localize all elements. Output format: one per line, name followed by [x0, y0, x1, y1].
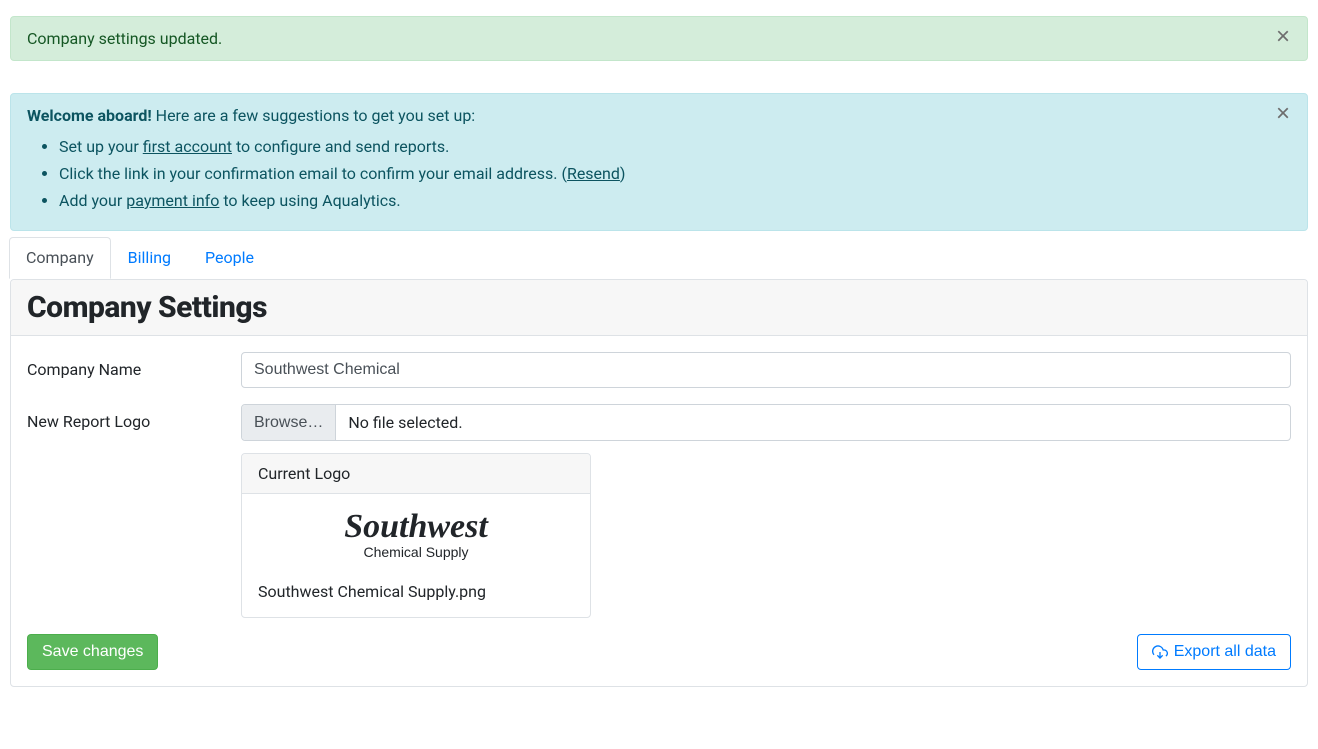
panel-header: Company Settings: [11, 280, 1307, 336]
settings-panel: Company Settings Company Name New Report…: [10, 279, 1308, 687]
file-status: No file selected.: [336, 405, 1290, 440]
welcome-suggestion-list: Set up your first account to configure a…: [27, 133, 1287, 214]
current-logo-card: Current Logo Southwest Chemical Supply S…: [241, 453, 591, 618]
close-icon: ×: [1276, 23, 1290, 50]
file-input[interactable]: Browse… No file selected.: [241, 404, 1291, 441]
logo-text-sub: Chemical Supply: [258, 544, 574, 560]
tab-people[interactable]: People: [188, 237, 271, 278]
cloud-download-icon: [1152, 644, 1168, 660]
logo-preview: Southwest Chemical Supply: [258, 506, 574, 570]
close-icon: ×: [1276, 100, 1290, 127]
payment-info-link[interactable]: payment info: [126, 191, 219, 210]
company-name-label: Company Name: [27, 352, 241, 388]
alert-success-text: Company settings updated.: [27, 29, 222, 48]
welcome-lead: Here are a few suggestions to get you se…: [152, 106, 475, 125]
export-button-label: Export all data: [1174, 643, 1276, 661]
close-welcome-alert-button[interactable]: ×: [1271, 102, 1295, 126]
browse-button[interactable]: Browse…: [242, 405, 336, 440]
welcome-heading: Welcome aboard! Here are a few suggestio…: [27, 106, 1287, 125]
logo-text-main: Southwest: [258, 510, 574, 544]
export-all-data-button[interactable]: Export all data: [1137, 634, 1291, 670]
tabs: Company Billing People: [9, 237, 271, 279]
tab-company[interactable]: Company: [9, 237, 111, 279]
new-logo-label: New Report Logo: [27, 404, 241, 618]
page-title: Company Settings: [27, 290, 1291, 325]
close-success-alert-button[interactable]: ×: [1271, 25, 1295, 49]
current-logo-header: Current Logo: [242, 454, 590, 494]
first-account-link[interactable]: first account: [143, 137, 232, 156]
resend-link[interactable]: Resend: [567, 164, 620, 183]
tab-billing[interactable]: Billing: [111, 237, 188, 278]
suggestion-item: Add your payment info to keep using Aqua…: [59, 187, 1287, 214]
suggestion-item: Set up your first account to configure a…: [59, 133, 1287, 160]
suggestion-item: Click the link in your confirmation emai…: [59, 160, 1287, 187]
logo-filename: Southwest Chemical Supply.png: [258, 582, 574, 601]
alert-welcome: × Welcome aboard! Here are a few suggest…: [10, 93, 1308, 231]
save-changes-button[interactable]: Save changes: [27, 634, 158, 670]
welcome-bold: Welcome aboard!: [27, 106, 152, 125]
company-name-input[interactable]: [241, 352, 1291, 388]
alert-success: Company settings updated. ×: [10, 16, 1308, 61]
